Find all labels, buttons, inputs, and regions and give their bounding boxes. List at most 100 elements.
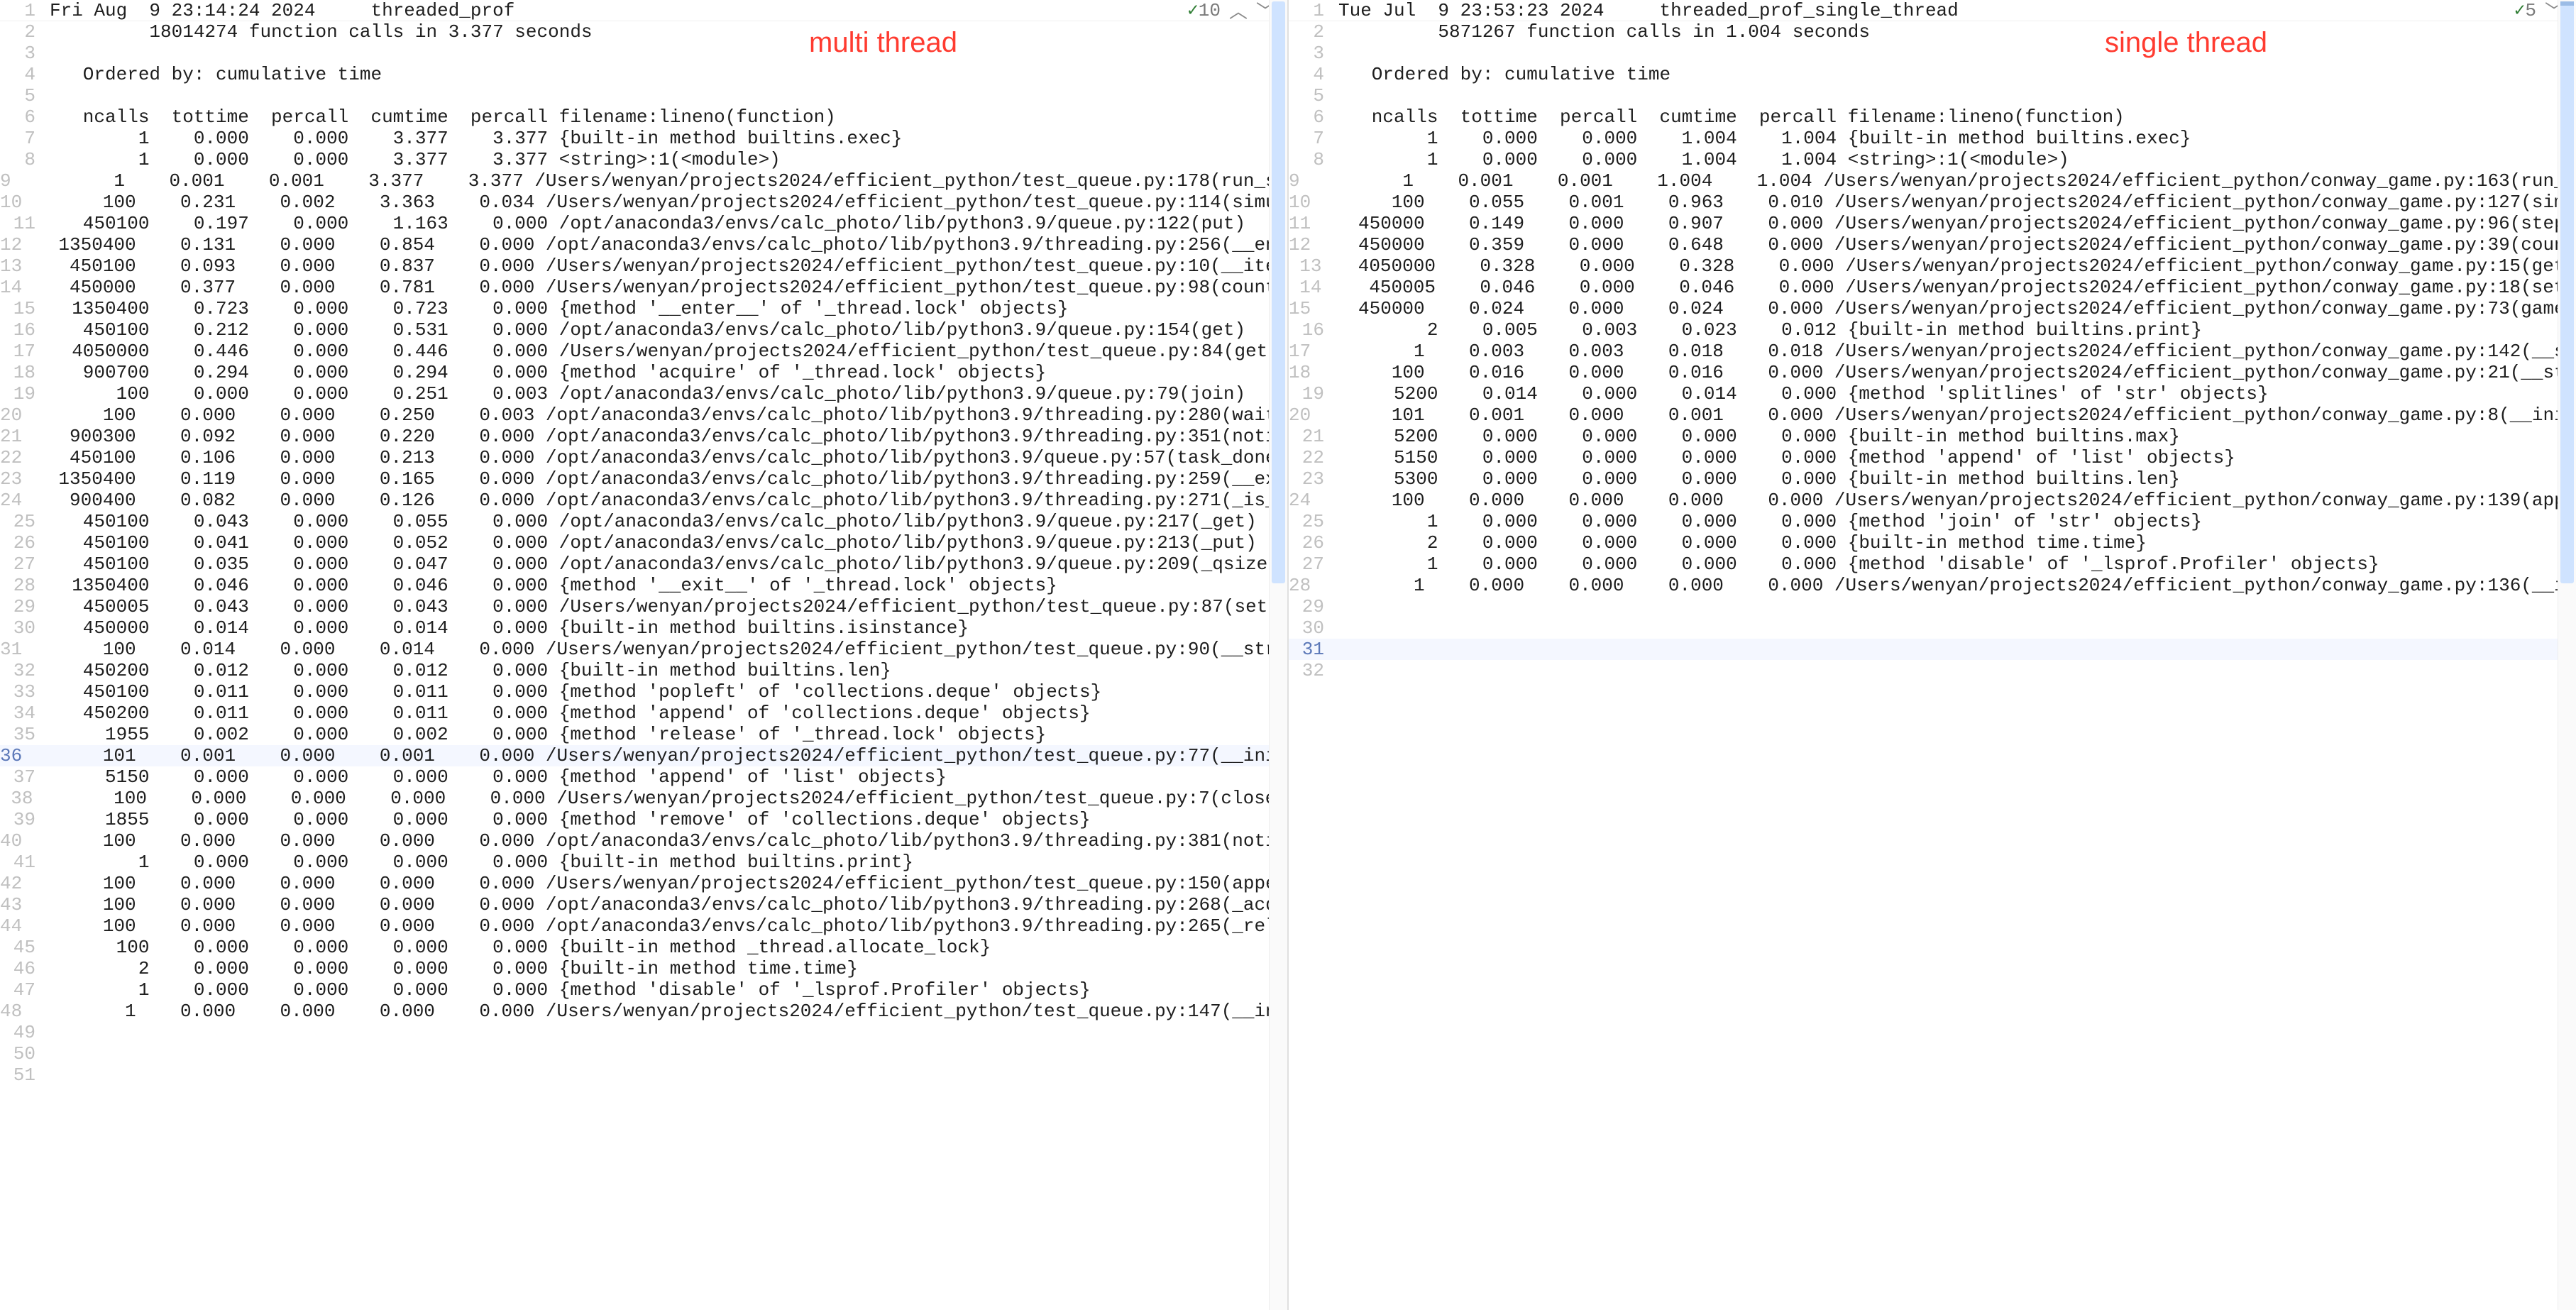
code-line[interactable]: 50 (0, 1043, 1287, 1064)
code-line[interactable]: 17 4050000 0.446 0.000 0.446 0.000 /User… (0, 341, 1287, 362)
code-line[interactable]: 18 100 0.016 0.000 0.016 0.000 /Users/we… (1289, 362, 2576, 383)
code-line[interactable]: 9 1 0.001 0.001 1.004 1.004 /Users/wenya… (1289, 170, 2576, 192)
code-line[interactable]: 32 450200 0.012 0.000 0.012 0.000 {built… (0, 660, 1287, 681)
code-line[interactable]: 29 (1289, 596, 2576, 617)
left-code-body[interactable]: 2 18014274 function calls in 3.377 secon… (0, 21, 1287, 1086)
code-line[interactable]: 4 Ordered by: cumulative time (0, 64, 1287, 85)
code-text: 1 0.000 0.000 0.000 0.000 {built-in meth… (50, 852, 1287, 873)
code-line[interactable]: 22 450100 0.106 0.000 0.213 0.000 /opt/a… (0, 447, 1287, 468)
code-line[interactable]: 21 5200 0.000 0.000 0.000 0.000 {built-i… (1289, 426, 2576, 447)
code-line[interactable]: 36 101 0.001 0.000 0.001 0.000 /Users/we… (0, 745, 1287, 766)
problems-indicator[interactable]: ✓10 (1187, 0, 1221, 21)
code-line[interactable]: 21 900300 0.092 0.000 0.220 0.000 /opt/a… (0, 426, 1287, 447)
line-number: 31 (0, 639, 36, 660)
code-line[interactable]: 24 100 0.000 0.000 0.000 0.000 /Users/we… (1289, 490, 2576, 511)
code-line[interactable]: 6 ncalls tottime percall cumtime percall… (0, 106, 1287, 128)
code-line[interactable]: 29 450005 0.043 0.000 0.043 0.000 /Users… (0, 596, 1287, 617)
code-line[interactable]: 8 1 0.000 0.000 1.004 1.004 <string>:1(<… (1289, 149, 2576, 170)
code-line[interactable]: 2 18014274 function calls in 3.377 secon… (0, 21, 1287, 43)
left-scrollbar[interactable] (1269, 0, 1287, 1310)
code-line[interactable]: 9 1 0.001 0.001 3.377 3.377 /Users/wenya… (0, 170, 1287, 192)
code-line[interactable]: 31 (1289, 639, 2576, 660)
code-line[interactable]: 12 1350400 0.131 0.000 0.854 0.000 /opt/… (0, 234, 1287, 255)
code-line[interactable]: 45 100 0.000 0.000 0.000 0.000 {built-in… (0, 937, 1287, 958)
code-line[interactable]: 42 100 0.000 0.000 0.000 0.000 /Users/we… (0, 873, 1287, 894)
code-line[interactable]: 16 450100 0.212 0.000 0.531 0.000 /opt/a… (0, 319, 1287, 341)
line-number: 8 (0, 149, 50, 170)
code-line[interactable]: 5 (1289, 85, 2576, 106)
code-line[interactable]: 30 (1289, 617, 2576, 639)
code-line[interactable]: 46 2 0.000 0.000 0.000 0.000 {built-in m… (0, 958, 1287, 979)
problems-indicator[interactable]: ✓5 (2514, 0, 2536, 21)
code-line[interactable]: 14 450005 0.046 0.000 0.046 0.000 /Users… (1289, 277, 2576, 298)
code-line[interactable]: 8 1 0.000 0.000 3.377 3.377 <string>:1(<… (0, 149, 1287, 170)
code-line[interactable]: 48 1 0.000 0.000 0.000 0.000 /Users/weny… (0, 1001, 1287, 1022)
code-line[interactable]: 20 101 0.001 0.000 0.001 0.000 /Users/we… (1289, 404, 2576, 426)
code-line[interactable]: 2 5871267 function calls in 1.004 second… (1289, 21, 2576, 43)
code-line[interactable]: 6 ncalls tottime percall cumtime percall… (1289, 106, 2576, 128)
code-line[interactable]: 12 450000 0.359 0.000 0.648 0.000 /Users… (1289, 234, 2576, 255)
code-line[interactable]: 26 2 0.000 0.000 0.000 0.000 {built-in m… (1289, 532, 2576, 554)
code-line[interactable]: 10 100 0.231 0.002 3.363 0.034 /Users/we… (0, 192, 1287, 213)
line-number: 16 (1289, 319, 1338, 341)
line-number: 43 (0, 894, 36, 915)
code-line[interactable]: 25 450100 0.043 0.000 0.055 0.000 /opt/a… (0, 511, 1287, 532)
code-line[interactable]: 27 1 0.000 0.000 0.000 0.000 {method 'di… (1289, 554, 2576, 575)
code-line[interactable]: 33 450100 0.011 0.000 0.011 0.000 {metho… (0, 681, 1287, 703)
code-line[interactable]: 15 1350400 0.723 0.000 0.723 0.000 {meth… (0, 298, 1287, 319)
code-line[interactable]: 10 100 0.055 0.001 0.963 0.010 /Users/we… (1289, 192, 2576, 213)
code-line[interactable]: 35 1955 0.002 0.000 0.002 0.000 {method … (0, 724, 1287, 745)
code-line[interactable]: 19 100 0.000 0.000 0.251 0.003 /opt/anac… (0, 383, 1287, 404)
code-line[interactable]: 3 (1289, 43, 2576, 64)
code-line[interactable]: 38 100 0.000 0.000 0.000 0.000 /Users/we… (0, 788, 1287, 809)
code-line[interactable]: 25 1 0.000 0.000 0.000 0.000 {method 'jo… (1289, 511, 2576, 532)
code-line[interactable]: 11 450000 0.149 0.000 0.907 0.000 /Users… (1289, 213, 2576, 234)
code-line[interactable]: 39 1855 0.000 0.000 0.000 0.000 {method … (0, 809, 1287, 830)
code-line[interactable]: 13 450100 0.093 0.000 0.837 0.000 /Users… (0, 255, 1287, 277)
code-line[interactable]: 14 450000 0.377 0.000 0.781 0.000 /Users… (0, 277, 1287, 298)
code-text: 4050000 0.328 0.000 0.328 0.000 /Users/w… (1336, 255, 2576, 277)
code-line[interactable]: 23 1350400 0.119 0.000 0.165 0.000 /opt/… (0, 468, 1287, 490)
code-line[interactable]: 23 5300 0.000 0.000 0.000 0.000 {built-i… (1289, 468, 2576, 490)
code-line[interactable]: 40 100 0.000 0.000 0.000 0.000 /opt/anac… (0, 830, 1287, 852)
code-line[interactable]: 44 100 0.000 0.000 0.000 0.000 /opt/anac… (0, 915, 1287, 937)
code-line[interactable]: 51 (0, 1064, 1287, 1086)
code-line[interactable]: 27 450100 0.035 0.000 0.047 0.000 /opt/a… (0, 554, 1287, 575)
chevron-up-icon[interactable]: ︿ (1229, 0, 1248, 23)
code-line[interactable]: 41 1 0.000 0.000 0.000 0.000 {built-in m… (0, 852, 1287, 873)
right-scrollbar[interactable] (2558, 0, 2576, 1310)
code-line[interactable]: 31 100 0.014 0.000 0.014 0.000 /Users/we… (0, 639, 1287, 660)
code-line[interactable]: 5 (0, 85, 1287, 106)
code-line[interactable]: 17 1 0.003 0.003 0.018 0.018 /Users/weny… (1289, 341, 2576, 362)
line-number: 4 (1289, 64, 1338, 85)
code-text: Ordered by: cumulative time (50, 64, 1287, 85)
code-line[interactable]: 15 450000 0.024 0.000 0.024 0.000 /Users… (1289, 298, 2576, 319)
right-code-body[interactable]: 2 5871267 function calls in 1.004 second… (1289, 21, 2576, 681)
code-line[interactable]: 19 5200 0.014 0.000 0.014 0.000 {method … (1289, 383, 2576, 404)
code-line[interactable]: 28 1 0.000 0.000 0.000 0.000 /Users/weny… (1289, 575, 2576, 596)
line-number: 27 (1289, 554, 1338, 575)
code-line[interactable]: 32 (1289, 660, 2576, 681)
code-line[interactable]: 20 100 0.000 0.000 0.250 0.003 /opt/anac… (0, 404, 1287, 426)
code-line[interactable]: 37 5150 0.000 0.000 0.000 0.000 {method … (0, 766, 1287, 788)
code-line[interactable]: 22 5150 0.000 0.000 0.000 0.000 {method … (1289, 447, 2576, 468)
code-line[interactable]: 3 (0, 43, 1287, 64)
code-line[interactable]: 7 1 0.000 0.000 1.004 1.004 {built-in me… (1289, 128, 2576, 149)
code-line[interactable]: 28 1350400 0.046 0.000 0.046 0.000 {meth… (0, 575, 1287, 596)
code-line[interactable]: 26 450100 0.041 0.000 0.052 0.000 /opt/a… (0, 532, 1287, 554)
code-text: 450100 0.106 0.000 0.213 0.000 /opt/anac… (36, 447, 1287, 468)
code-line[interactable]: 7 1 0.000 0.000 3.377 3.377 {built-in me… (0, 128, 1287, 149)
code-line[interactable]: 11 450100 0.197 0.000 1.163 0.000 /opt/a… (0, 213, 1287, 234)
code-line[interactable]: 34 450200 0.011 0.000 0.011 0.000 {metho… (0, 703, 1287, 724)
code-text: 1350400 0.046 0.000 0.046 0.000 {method … (50, 575, 1287, 596)
code-line[interactable]: 43 100 0.000 0.000 0.000 0.000 /opt/anac… (0, 894, 1287, 915)
code-line[interactable]: 4 Ordered by: cumulative time (1289, 64, 2576, 85)
line-number: 3 (0, 43, 50, 64)
code-line[interactable]: 24 900400 0.082 0.000 0.126 0.000 /opt/a… (0, 490, 1287, 511)
code-line[interactable]: 13 4050000 0.328 0.000 0.328 0.000 /User… (1289, 255, 2576, 277)
code-line[interactable]: 16 2 0.005 0.003 0.023 0.012 {built-in m… (1289, 319, 2576, 341)
code-line[interactable]: 47 1 0.000 0.000 0.000 0.000 {method 'di… (0, 979, 1287, 1001)
code-line[interactable]: 18 900700 0.294 0.000 0.294 0.000 {metho… (0, 362, 1287, 383)
code-line[interactable]: 49 (0, 1022, 1287, 1043)
code-line[interactable]: 30 450000 0.014 0.000 0.014 0.000 {built… (0, 617, 1287, 639)
